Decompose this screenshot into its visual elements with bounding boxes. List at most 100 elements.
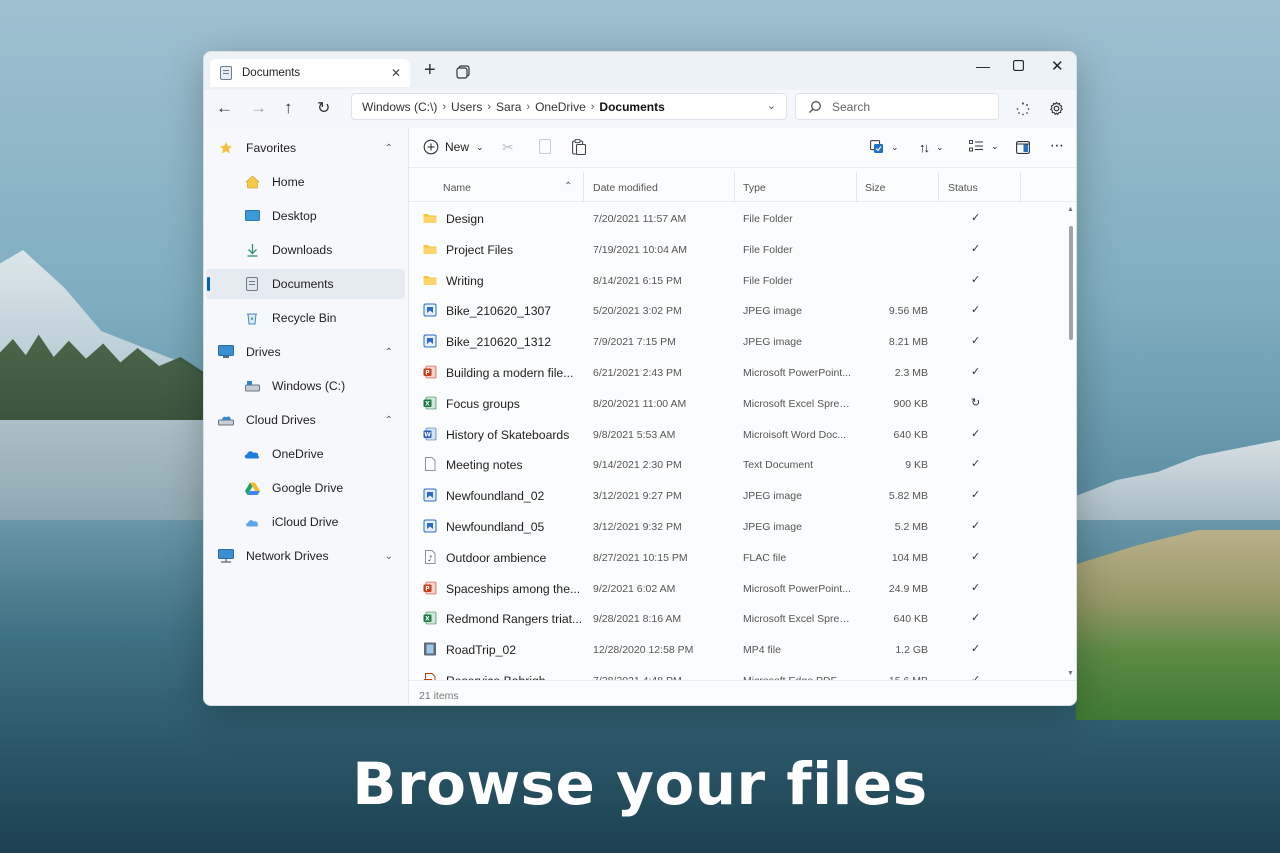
search-placeholder: Search xyxy=(832,99,871,114)
scrollbar-thumb[interactable] xyxy=(1069,226,1073,340)
copy-icon[interactable] xyxy=(539,139,551,154)
file-row[interactable]: Reservice Bahrigh7/28/2021 4:48 PMMicros… xyxy=(409,665,1064,680)
file-date: 7/19/2021 10:04 AM xyxy=(593,243,687,256)
minimize-button[interactable]: — xyxy=(976,58,990,74)
close-tab-icon[interactable]: ✕ xyxy=(391,66,401,80)
file-row[interactable]: X Focus groups 8/20/2021 11:00 AM Microsoft… xyxy=(409,388,1064,418)
file-type: Microisoft Word Doc... xyxy=(743,428,847,441)
column-header-date[interactable]: Date modified xyxy=(593,182,658,194)
breadcrumb-onedrive[interactable]: OneDrive xyxy=(535,100,586,114)
settings-gear-icon[interactable] xyxy=(1049,101,1064,116)
column-header-row: Name ⌃ Date modified Type Size Status xyxy=(409,168,1076,202)
file-row[interactable]: Bike_210620_1312 7/9/2021 7:15 PM JPEG ima… xyxy=(409,326,1064,356)
sidebar-item-google-drive[interactable]: Google Drive xyxy=(206,473,405,503)
breadcrumb-users[interactable]: Users xyxy=(451,100,482,114)
sidebar-group-drives[interactable]: Drives ⌃ xyxy=(206,337,405,367)
sidebar-item-home[interactable]: Home xyxy=(206,167,405,197)
file-type: File Folder xyxy=(743,243,793,256)
file-row[interactable]: RoadTrip_02 12/28/2020 12:58 PM MP4 file 1.… xyxy=(409,634,1064,664)
forward-button[interactable]: → xyxy=(250,98,267,118)
column-header-size[interactable]: Size xyxy=(865,182,885,194)
tab-documents[interactable]: Documents ✕ xyxy=(210,59,410,87)
chevron-down-icon: ⌄ xyxy=(991,140,999,151)
file-row[interactable]: P Building a modern file... 6/21/2021 2:43… xyxy=(409,357,1064,387)
file-date: 8/27/2021 10:15 PM xyxy=(593,551,688,564)
sidebar-item-windows-c[interactable]: Windows (C:) xyxy=(206,371,405,401)
sidebar-group-label: Favorites xyxy=(246,141,297,155)
close-window-button[interactable]: ✕ xyxy=(1051,57,1064,75)
file-size: 104 MB xyxy=(891,551,928,564)
sidebar-item-desktop[interactable]: Desktop xyxy=(206,201,405,231)
up-button[interactable]: ↑ xyxy=(284,98,293,118)
chevron-down-icon[interactable]: ⌄ xyxy=(767,99,776,112)
back-button[interactable]: ← xyxy=(216,98,233,118)
sidebar-group-favorites[interactable]: Favorites ⌃ xyxy=(206,133,405,163)
file-row[interactable]: X Redmond Rangers triat... 9/28/2021 8:16 … xyxy=(409,603,1064,633)
sidebar-item-label: Windows (C:) xyxy=(272,379,346,393)
column-header-name[interactable]: Name xyxy=(443,182,471,194)
maximize-button[interactable] xyxy=(1013,60,1024,71)
sidebar-item-downloads[interactable]: Downloads xyxy=(206,235,405,265)
column-divider[interactable] xyxy=(938,172,939,202)
address-bar[interactable]: Windows (C:\) › Users › Sara › OneDrive … xyxy=(351,93,787,120)
file-row[interactable]: Newfoundland_02 3/12/2021 9:27 PM JPEG ima… xyxy=(409,480,1064,510)
search-icon xyxy=(809,100,821,113)
chevron-up-icon[interactable]: ⌃ xyxy=(385,415,393,426)
sidebar-group-network-drives[interactable]: Network Drives ⌄ xyxy=(206,541,405,571)
synced-check-icon: ✓ xyxy=(971,366,981,378)
file-date: 9/2/2021 6:02 AM xyxy=(593,582,676,595)
cut-scissors-icon[interactable]: ✂ xyxy=(502,139,514,156)
file-row[interactable]: P Spaceships among the... 9/2/2021 6:02 AM… xyxy=(409,573,1064,603)
column-header-type[interactable]: Type xyxy=(743,182,766,194)
new-tab-button[interactable]: + xyxy=(424,60,436,80)
new-button[interactable]: New ⌄ xyxy=(423,139,484,155)
view-layout-button[interactable]: ⌄ xyxy=(969,140,999,152)
column-divider[interactable] xyxy=(734,172,735,202)
more-options-icon[interactable]: ⋯ xyxy=(1050,137,1065,154)
column-divider[interactable] xyxy=(1020,172,1021,202)
chevron-down-icon[interactable]: ⌄ xyxy=(385,551,393,562)
vertical-scrollbar[interactable]: ▲ ▼ xyxy=(1067,206,1074,678)
sort-ascending-icon[interactable]: ⌃ xyxy=(564,181,572,192)
column-divider[interactable] xyxy=(856,172,857,202)
duplicate-tab-icon[interactable] xyxy=(456,65,470,79)
chevron-up-icon[interactable]: ⌃ xyxy=(385,347,393,358)
breadcrumb-documents[interactable]: Documents xyxy=(599,100,664,114)
sidebar-item-recycle-bin[interactable]: Recycle Bin xyxy=(206,303,405,333)
breadcrumb-drive[interactable]: Windows (C:\) xyxy=(362,100,437,114)
new-button-label: New xyxy=(445,140,470,154)
sidebar-group-cloud-drives[interactable]: Cloud Drives ⌃ xyxy=(206,405,405,435)
file-name: Design xyxy=(446,212,484,226)
preview-pane-icon[interactable] xyxy=(1016,141,1030,154)
scroll-up-arrow-icon[interactable]: ▲ xyxy=(1067,206,1074,213)
search-input[interactable]: Search xyxy=(795,93,999,120)
breadcrumb-sara[interactable]: Sara xyxy=(496,100,521,114)
file-name: Meeting notes xyxy=(446,458,523,473)
file-row[interactable]: Project Files 7/19/2021 10:04 AM File Fold… xyxy=(409,234,1064,264)
sidebar-item-icloud-drive[interactable]: iCloud Drive xyxy=(206,507,405,537)
refresh-button[interactable]: ↻ xyxy=(317,98,330,118)
sidebar-item-onedrive[interactable]: OneDrive xyxy=(206,439,405,469)
svg-text:P: P xyxy=(425,585,430,592)
file-row[interactable]: Design 7/20/2021 11:57 AM File Folder ✓ xyxy=(409,203,1064,233)
sidebar-item-documents[interactable]: Documents xyxy=(206,269,405,299)
column-divider[interactable] xyxy=(583,172,584,202)
sidebar-item-label: iCloud Drive xyxy=(272,515,339,529)
command-bar: New ⌄ ✂ ⌄ ↑↓ ⌄ ⌄ ⋯ xyxy=(409,128,1076,168)
file-row[interactable]: W History of Skateboards 9/8/2021 5:53 AM M… xyxy=(409,419,1064,449)
file-row[interactable]: Writing 8/14/2021 6:15 PM File Folder ✓ xyxy=(409,265,1064,295)
column-header-status[interactable]: Status xyxy=(948,182,978,194)
select-menu-button[interactable]: ⌄ xyxy=(870,140,899,154)
sort-button[interactable]: ↑↓ ⌄ xyxy=(919,140,944,155)
paste-clipboard-icon[interactable] xyxy=(572,139,586,155)
file-row[interactable]: ♪ Outdoor ambience 8/27/2021 10:15 PM FLAC … xyxy=(409,542,1064,572)
sidebar-item-label: Downloads xyxy=(272,243,333,257)
file-row[interactable]: Bike_210620_1307 5/20/2021 3:02 PM JPEG im… xyxy=(409,295,1064,325)
scroll-down-arrow-icon[interactable]: ▼ xyxy=(1067,670,1074,677)
file-row[interactable]: Newfoundland_05 3/12/2021 9:32 PM JPEG ima… xyxy=(409,511,1064,541)
synced-check-icon: ✓ xyxy=(971,489,981,502)
file-row[interactable]: Meeting notes 9/14/2021 2:30 PM Text Docum… xyxy=(409,449,1064,479)
sidebar-item-label: Home xyxy=(272,175,305,189)
chevron-up-icon[interactable]: ⌃ xyxy=(385,143,393,154)
synced-check-icon: ✓ xyxy=(971,520,981,532)
